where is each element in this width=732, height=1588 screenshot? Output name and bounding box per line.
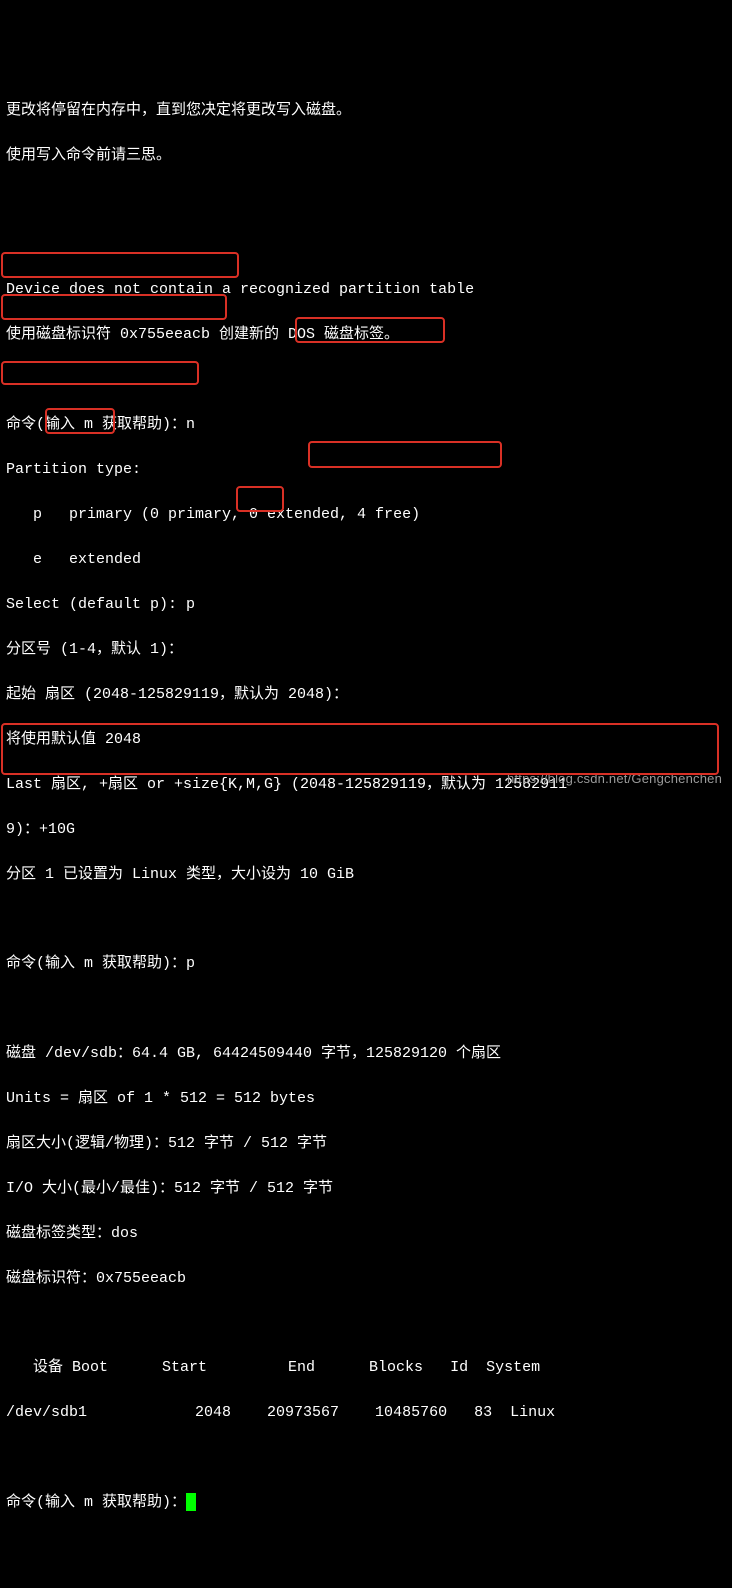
terminal-line: 将使用默认值 2048 — [6, 729, 726, 752]
terminal-prompt: 9)：+10G — [6, 819, 726, 842]
terminal-line — [6, 369, 726, 391]
table-header: 设备 Boot Start End Blocks Id System — [6, 1357, 726, 1380]
terminal-line — [6, 235, 726, 257]
terminal-line: 使用磁盘标识符 0x755eeacb 创建新的 DOS 磁盘标签。 — [6, 324, 726, 347]
terminal-line — [6, 909, 726, 931]
terminal-prompt: Select (default p): p — [6, 594, 726, 617]
terminal-prompt: 命令(输入 m 获取帮助)：n — [6, 414, 726, 437]
terminal-line — [6, 190, 726, 212]
terminal-line: 扇区大小(逻辑/物理)：512 字节 / 512 字节 — [6, 1133, 726, 1156]
highlight-box — [1, 252, 239, 278]
terminal-line: p primary (0 primary, 0 extended, 4 free… — [6, 504, 726, 527]
terminal-prompt[interactable]: 命令(输入 m 获取帮助)： — [6, 1492, 726, 1515]
watermark: https://blog.csdn.net/Gengchenchen — [507, 769, 722, 789]
terminal-prompt: 分区号 (1-4，默认 1)： — [6, 639, 726, 662]
terminal-line: 更改将停留在内存中，直到您决定将更改写入磁盘。 — [6, 100, 726, 123]
terminal-prompt: 起始 扇区 (2048-125829119，默认为 2048)： — [6, 684, 726, 707]
terminal-line: Partition type: — [6, 459, 726, 482]
table-row: /dev/sdb1 2048 20973567 10485760 83 Linu… — [6, 1402, 726, 1425]
terminal-line: 分区 1 已设置为 Linux 类型，大小设为 10 GiB — [6, 864, 726, 887]
terminal-line — [6, 1313, 726, 1335]
terminal-line — [6, 998, 726, 1020]
terminal-line — [6, 1447, 726, 1469]
terminal-line: Units = 扇区 of 1 * 512 = 512 bytes — [6, 1088, 726, 1111]
cursor-icon — [186, 1493, 196, 1511]
terminal-line: Device does not contain a recognized par… — [6, 279, 726, 302]
terminal-line: 使用写入命令前请三思。 — [6, 145, 726, 168]
prompt-text: 命令(输入 m 获取帮助)： — [6, 1494, 186, 1511]
terminal-line: e extended — [6, 549, 726, 572]
terminal-prompt: 命令(输入 m 获取帮助)：p — [6, 953, 726, 976]
terminal-line: 磁盘 /dev/sdb：64.4 GB, 64424509440 字节，1258… — [6, 1043, 726, 1066]
terminal-line: 磁盘标识符：0x755eeacb — [6, 1268, 726, 1291]
terminal-line: 磁盘标签类型：dos — [6, 1223, 726, 1246]
terminal-line: I/O 大小(最小/最佳)：512 字节 / 512 字节 — [6, 1178, 726, 1201]
